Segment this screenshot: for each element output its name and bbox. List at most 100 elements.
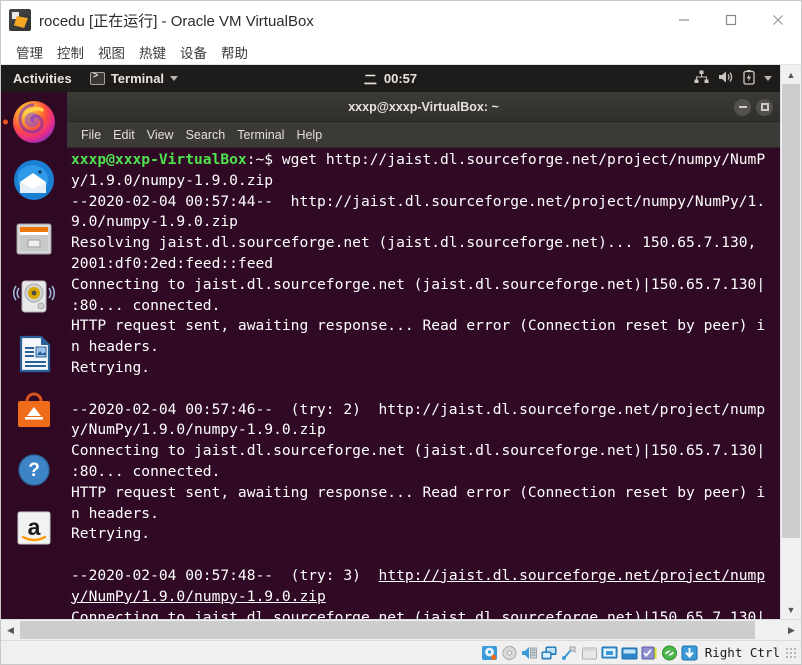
dock-item-help[interactable]: ? bbox=[10, 446, 58, 494]
horizontal-scrollbar[interactable]: ◀ ▶ bbox=[1, 619, 801, 640]
amazon-icon: a bbox=[17, 511, 51, 545]
shared-folders-icon[interactable] bbox=[581, 645, 598, 661]
host-key-label: Right Ctrl bbox=[704, 645, 780, 660]
clock-button[interactable]: 二 00:57 bbox=[364, 69, 417, 88]
horizontal-scrollbar-track[interactable] bbox=[20, 620, 782, 640]
menu-item-devices[interactable]: 设备 bbox=[173, 40, 214, 64]
app-menu-terminal[interactable]: Terminal bbox=[82, 71, 186, 86]
terminal-line: 9.0/numpy-1.9.0.zip bbox=[71, 212, 780, 233]
hard-disk-icon[interactable] bbox=[481, 645, 498, 661]
ubuntu-dock: ? a bbox=[1, 92, 67, 619]
svg-text:?: ? bbox=[28, 460, 40, 481]
terminal-line: :80... connected. bbox=[71, 296, 780, 317]
terminal-text: :80... connected. bbox=[71, 296, 221, 314]
scroll-up-arrow-icon[interactable]: ▲ bbox=[781, 65, 801, 84]
terminal-menu-help[interactable]: Help bbox=[290, 126, 328, 144]
ubuntu-guest-screen: Activities Terminal 二 00:57 bbox=[1, 65, 780, 619]
window-title: rocedu [正在运行] - Oracle VM VirtualBox bbox=[39, 12, 314, 30]
guest-screen-area: Activities Terminal 二 00:57 bbox=[1, 65, 801, 619]
terminal-line bbox=[71, 545, 780, 566]
terminal-text: y/1.9.0/numpy-1.9.0.zip bbox=[71, 171, 274, 189]
usb-icon[interactable] bbox=[561, 645, 578, 661]
audio-icon[interactable] bbox=[521, 645, 538, 661]
vertical-scrollbar[interactable]: ▲ ▼ bbox=[780, 65, 801, 619]
dock-item-rhythmbox[interactable] bbox=[10, 272, 58, 320]
terminal-text: --2020-02-04 00:57:46-- (try: 2) http://… bbox=[71, 400, 766, 418]
terminal-menu-edit[interactable]: Edit bbox=[107, 126, 141, 144]
scroll-left-arrow-icon[interactable]: ◀ bbox=[1, 620, 20, 640]
dock-item-amazon[interactable]: a bbox=[10, 504, 58, 552]
day-label: 二 bbox=[363, 72, 377, 87]
terminal-titlebar: xxxp@xxxp-VirtualBox: ~ bbox=[67, 92, 780, 122]
menu-item-view[interactable]: 视图 bbox=[91, 40, 132, 64]
terminal-minimize-button[interactable] bbox=[734, 98, 751, 116]
virtualbox-window: rocedu [正在运行] - Oracle VM VirtualBox 管理 … bbox=[0, 0, 802, 665]
virtualbox-statusbar: Right Ctrl bbox=[1, 640, 801, 664]
time-label: 00:57 bbox=[383, 71, 418, 86]
terminal-line: n headers. bbox=[71, 504, 780, 525]
terminal-icon bbox=[89, 71, 105, 85]
terminal-menu-view[interactable]: View bbox=[141, 126, 180, 144]
terminal-text: y/NumPy/1.9.0/numpy-1.9.0.zip bbox=[71, 421, 326, 439]
vertical-scrollbar-track[interactable] bbox=[781, 84, 801, 600]
menu-item-help[interactable]: 帮助 bbox=[214, 40, 255, 64]
vertical-scrollbar-thumb[interactable] bbox=[782, 84, 800, 539]
terminal-line: Connecting to jaist.dl.sourceforge.net (… bbox=[71, 608, 780, 619]
video-capture-icon[interactable] bbox=[621, 645, 638, 661]
terminal-hyperlink[interactable]: y/NumPy/1.9.0/numpy-1.9.0.zip bbox=[71, 588, 326, 605]
menu-item-control[interactable]: 控制 bbox=[50, 40, 91, 64]
scroll-right-arrow-icon[interactable]: ▶ bbox=[782, 620, 801, 640]
terminal-text: Retrying. bbox=[71, 525, 151, 543]
close-button[interactable] bbox=[754, 1, 801, 39]
terminal-text: n headers. bbox=[71, 504, 159, 522]
terminal-line: Retrying. bbox=[71, 358, 780, 379]
terminal-hyperlink[interactable]: http://jaist.dl.sourceforge.net/project/… bbox=[379, 567, 766, 584]
chevron-down-icon bbox=[170, 76, 179, 81]
system-menu-caret-icon bbox=[764, 76, 772, 81]
resize-grip[interactable] bbox=[785, 646, 797, 659]
dock-item-files[interactable] bbox=[10, 214, 58, 262]
terminal-menu-terminal[interactable]: Terminal bbox=[231, 126, 290, 144]
activities-button[interactable]: Activities bbox=[1, 71, 82, 86]
volume-icon bbox=[718, 70, 734, 87]
minimize-button[interactable] bbox=[660, 1, 707, 39]
dock-item-thunderbird[interactable] bbox=[10, 156, 58, 204]
virtualbox-icon bbox=[9, 9, 31, 31]
network-icon bbox=[694, 70, 709, 87]
mouse-integration-icon[interactable] bbox=[641, 645, 658, 661]
system-status-area[interactable] bbox=[694, 69, 772, 88]
maximize-button[interactable] bbox=[707, 1, 754, 39]
terminal-maximize-button[interactable] bbox=[756, 98, 773, 116]
horizontal-scrollbar-thumb[interactable] bbox=[20, 621, 756, 639]
battery-icon bbox=[743, 69, 755, 88]
terminal-text: Connecting to jaist.dl.sourceforge.net (… bbox=[71, 608, 766, 619]
terminal-text: HTTP request sent, awaiting response... … bbox=[71, 317, 766, 335]
display-icon[interactable] bbox=[601, 645, 618, 661]
terminal-line: Retrying. bbox=[71, 524, 780, 545]
dock-item-firefox[interactable] bbox=[3, 98, 58, 146]
remote-desktop-icon[interactable] bbox=[661, 645, 678, 661]
terminal-line: HTTP request sent, awaiting response... … bbox=[71, 316, 780, 337]
terminal-line: 2001:df0:2ed:feed::feed bbox=[71, 254, 780, 275]
terminal-line: Resolving jaist.dl.sourceforge.net (jais… bbox=[71, 233, 780, 254]
terminal-menu-file[interactable]: File bbox=[75, 126, 107, 144]
terminal-window: xxxp@xxxp-VirtualBox: ~ File Edit View S… bbox=[67, 92, 780, 619]
network-icon[interactable] bbox=[541, 645, 558, 661]
terminal-menu-search[interactable]: Search bbox=[180, 126, 232, 144]
terminal-text: 9.0/numpy-1.9.0.zip bbox=[71, 213, 238, 231]
menu-item-manage[interactable]: 管理 bbox=[9, 40, 50, 64]
terminal-text: --2020-02-04 00:57:44-- http://jaist.dl.… bbox=[71, 192, 766, 210]
firefox-icon bbox=[13, 101, 55, 143]
host-key-icon[interactable] bbox=[681, 645, 698, 661]
scroll-down-arrow-icon[interactable]: ▼ bbox=[781, 600, 801, 619]
terminal-line: :80... connected. bbox=[71, 462, 780, 483]
menu-item-hotkeys[interactable]: 热键 bbox=[132, 40, 173, 64]
terminal-output[interactable]: xxxp@xxxp-VirtualBox:~$ wget http://jais… bbox=[67, 148, 780, 619]
terminal-text: Connecting to jaist.dl.sourceforge.net (… bbox=[71, 275, 766, 293]
optical-disk-icon[interactable] bbox=[501, 645, 518, 661]
terminal-line: --2020-02-04 00:57:44-- http://jaist.dl.… bbox=[71, 192, 780, 213]
terminal-line: --2020-02-04 00:57:48-- (try: 3) http://… bbox=[71, 566, 780, 587]
dock-item-ubuntu-software[interactable] bbox=[10, 388, 58, 436]
dock-item-libreoffice-writer[interactable] bbox=[10, 330, 58, 378]
